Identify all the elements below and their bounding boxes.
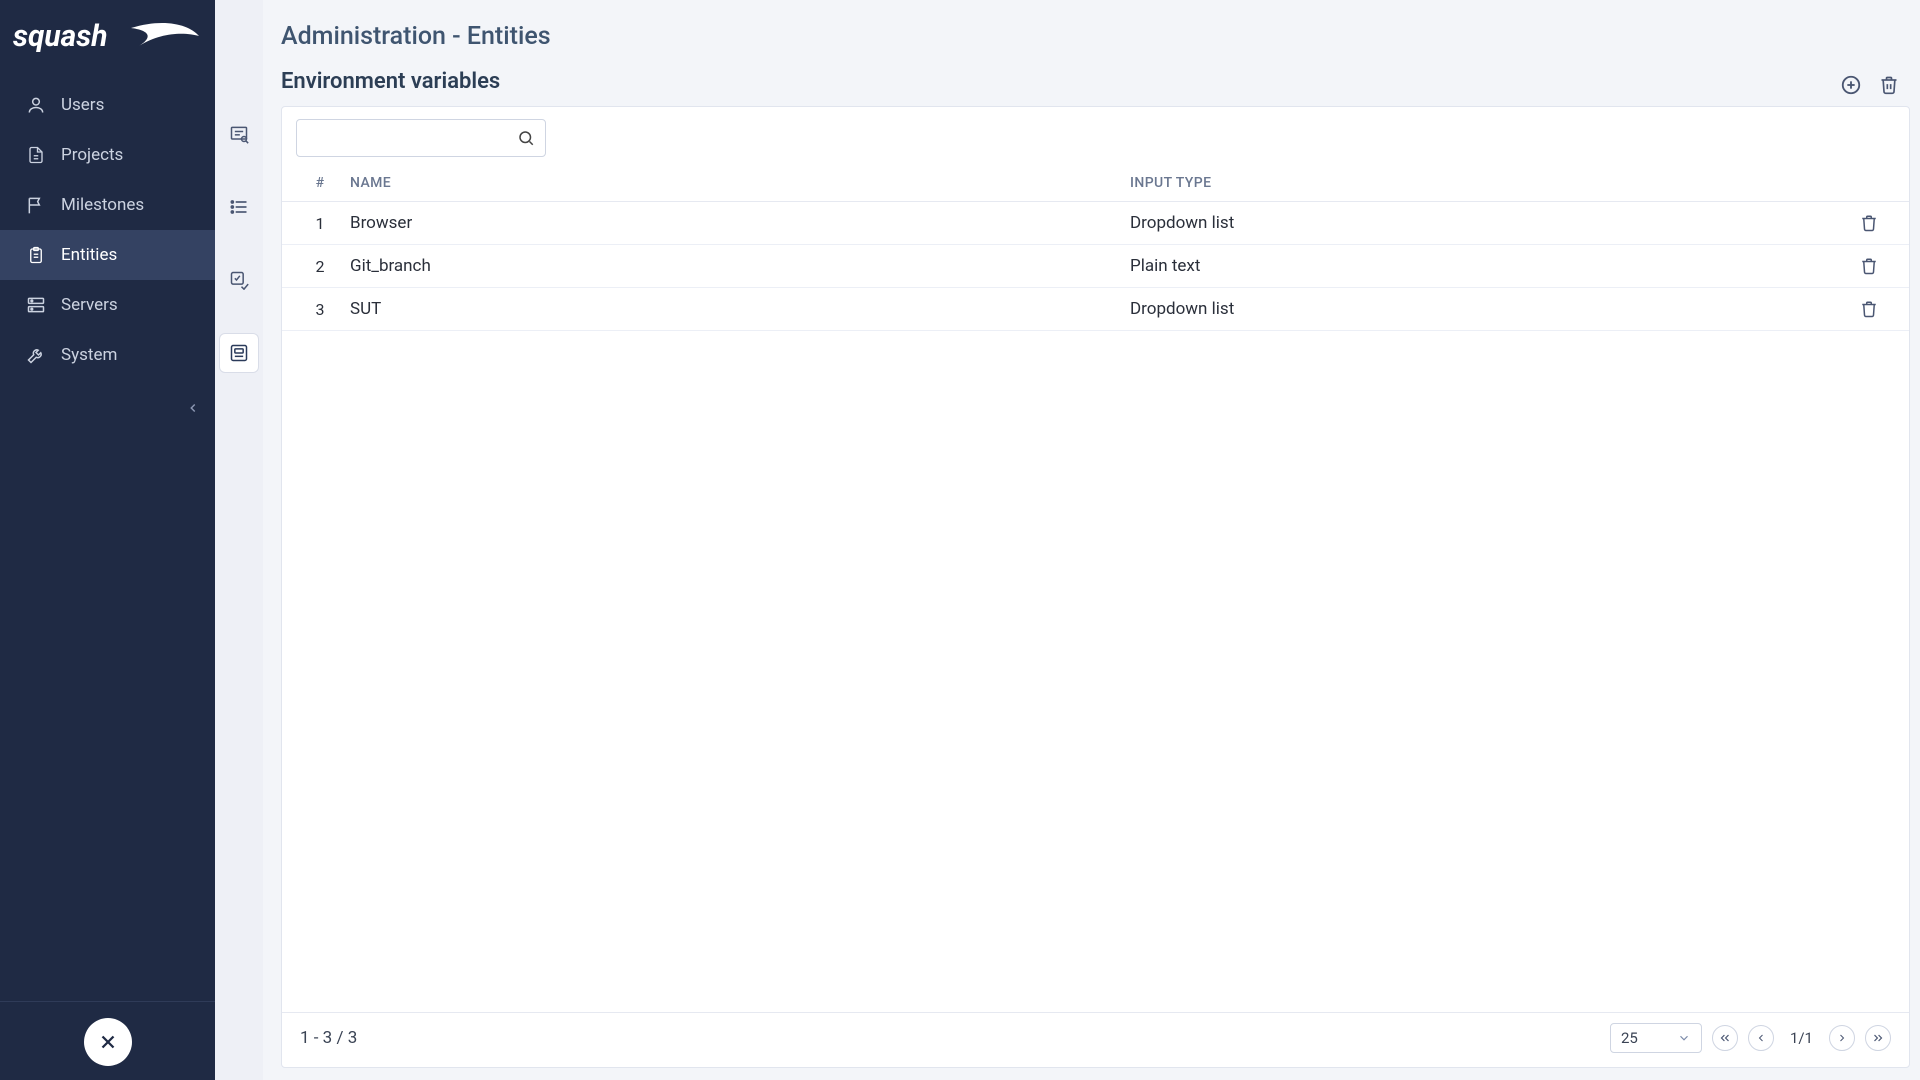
table-header: # NAME INPUT TYPE xyxy=(282,161,1909,202)
brand-logo: squash xyxy=(0,0,215,80)
row-delete-button[interactable] xyxy=(1847,257,1891,275)
page-size-value: 25 xyxy=(1621,1029,1638,1047)
sidebar-item-users[interactable]: Users xyxy=(0,80,215,130)
delete-button[interactable] xyxy=(1878,74,1900,96)
sidebar-item-label: Projects xyxy=(61,145,123,165)
rail-btn-4-environment[interactable] xyxy=(220,334,258,372)
row-delete-button[interactable] xyxy=(1847,214,1891,232)
table-footer: 1 - 3 / 3 25 1/1 xyxy=(282,1012,1909,1067)
page-subtitle: Environment variables xyxy=(281,63,500,106)
cell-index: 1 xyxy=(300,214,340,233)
pager: 25 1/1 xyxy=(1610,1023,1891,1053)
sidebar-item-label: Entities xyxy=(61,245,117,265)
sidebar-item-label: Servers xyxy=(61,295,118,315)
cell-type: Dropdown list xyxy=(1130,299,1847,319)
flag-icon xyxy=(26,195,46,215)
sidebar-collapse-button[interactable] xyxy=(183,398,203,418)
page-last-button[interactable] xyxy=(1865,1025,1891,1051)
content-panel: # NAME INPUT TYPE 1BrowserDropdown list2… xyxy=(281,106,1910,1068)
sidebar-item-projects[interactable]: Projects xyxy=(0,130,215,180)
sidebar-item-entities[interactable]: Entities xyxy=(0,230,215,280)
page-next-button[interactable] xyxy=(1829,1025,1855,1051)
svg-text:squash: squash xyxy=(13,19,107,54)
wrench-icon xyxy=(26,345,46,365)
server-icon xyxy=(26,295,46,315)
cell-name: SUT xyxy=(340,299,1130,319)
cell-name: Git_branch xyxy=(340,256,1130,276)
search-icon[interactable] xyxy=(517,129,535,147)
sidebar-item-system[interactable]: System xyxy=(0,330,215,380)
user-icon xyxy=(26,95,46,115)
range-label: 1 - 3 / 3 xyxy=(300,1028,357,1048)
main: Administration - Entities Environment va… xyxy=(263,0,1920,1080)
page-size-select[interactable]: 25 xyxy=(1610,1023,1702,1053)
search-box xyxy=(296,119,546,157)
cell-type: Plain text xyxy=(1130,256,1847,276)
sidebar-item-milestones[interactable]: Milestones xyxy=(0,180,215,230)
cell-name: Browser xyxy=(340,213,1130,233)
table-row[interactable]: 1BrowserDropdown list xyxy=(282,202,1909,245)
col-index[interactable]: # xyxy=(300,175,340,191)
secondary-rail xyxy=(215,0,263,1080)
page-info: 1/1 xyxy=(1784,1029,1819,1047)
page-title: Administration - Entities xyxy=(281,16,1910,63)
clipboard-icon xyxy=(26,245,46,265)
cell-index: 3 xyxy=(300,300,340,319)
sidebar-nav: Users Projects Milestones Entities Servers Sy… xyxy=(0,80,215,380)
row-delete-button[interactable] xyxy=(1847,300,1891,318)
col-inputtype[interactable]: INPUT TYPE xyxy=(1130,175,1847,191)
col-name[interactable]: NAME xyxy=(340,175,1130,191)
page-first-button[interactable] xyxy=(1712,1025,1738,1051)
rail-btn-2[interactable] xyxy=(220,188,258,226)
cell-type: Dropdown list xyxy=(1130,213,1847,233)
search-input[interactable] xyxy=(307,129,517,147)
sidebar-item-label: Milestones xyxy=(61,195,144,215)
sidebar-item-label: System xyxy=(61,345,117,365)
page-prev-button[interactable] xyxy=(1748,1025,1774,1051)
add-button[interactable] xyxy=(1840,74,1862,96)
cell-index: 2 xyxy=(300,257,340,276)
close-button[interactable] xyxy=(84,1018,132,1066)
table-row[interactable]: 3SUTDropdown list xyxy=(282,288,1909,331)
file-icon xyxy=(26,145,46,165)
sidebar-item-label: Users xyxy=(61,95,104,115)
sidebar-item-servers[interactable]: Servers xyxy=(0,280,215,330)
sidebar: squash Users Projects Milestones Entities Se… xyxy=(0,0,215,1080)
table-row[interactable]: 2Git_branchPlain text xyxy=(282,245,1909,288)
rail-btn-1[interactable] xyxy=(220,115,258,153)
rail-btn-3[interactable] xyxy=(220,261,258,299)
chevron-down-icon xyxy=(1677,1031,1691,1045)
table-body: 1BrowserDropdown list2Git_branchPlain te… xyxy=(282,202,1909,1012)
